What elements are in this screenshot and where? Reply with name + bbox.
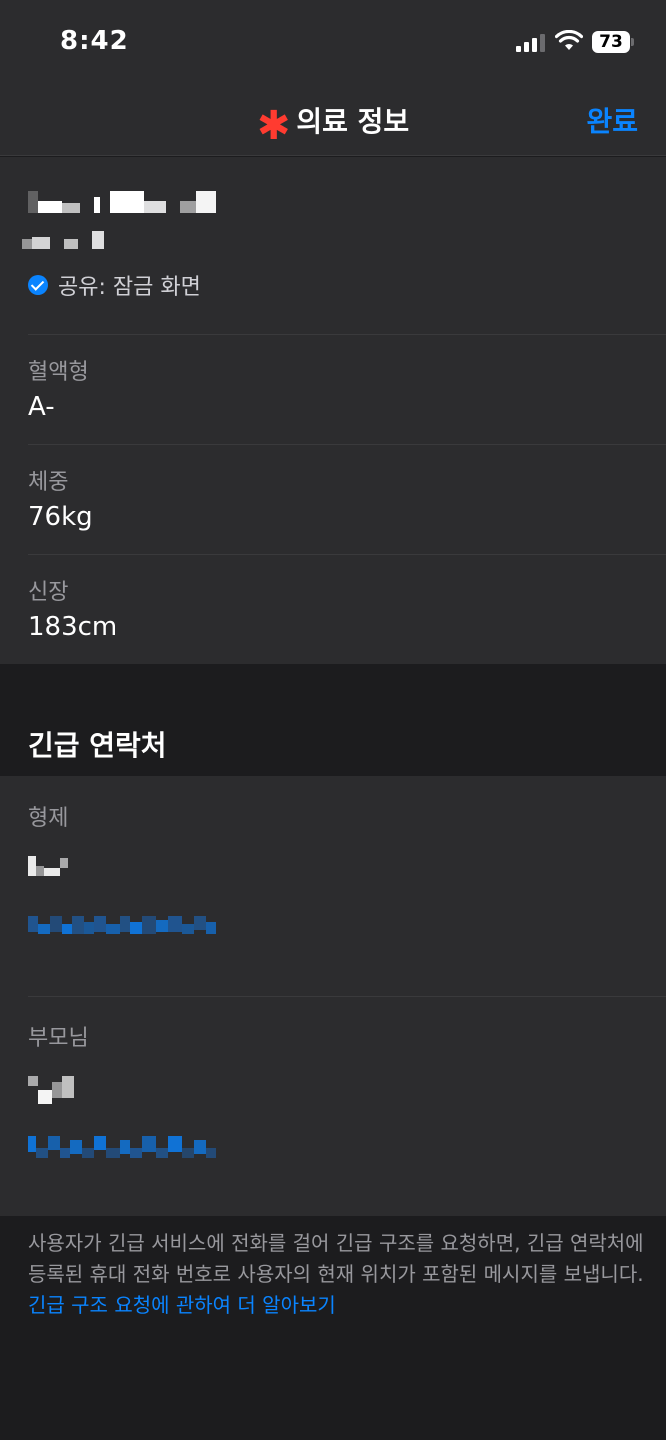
battery-icon: 73: [592, 31, 634, 53]
asterisk-icon: ✱: [256, 103, 291, 149]
emergency-section-header: 긴급 연락처: [0, 664, 666, 776]
section-title: 긴급 연락처: [28, 729, 167, 762]
nav-bar: ✱ 의료 정보 완료: [0, 88, 666, 156]
page-title-text: 의료 정보: [296, 105, 410, 138]
redacted-contact-name: [28, 1076, 74, 1104]
weight-field: 체중 76kg: [0, 444, 666, 554]
footer-note: 사용자가 긴급 서비스에 전화를 걸어 긴급 구조를 요청하면, 긴급 연락처에…: [28, 1228, 648, 1321]
blood-type-field: 혈액형 A-: [0, 334, 666, 444]
done-button[interactable]: 완료: [586, 100, 638, 140]
field-value: 76kg: [28, 502, 93, 532]
page-title: ✱ 의료 정보: [0, 100, 666, 149]
redacted-contact-name: [28, 856, 68, 876]
field-value: 183cm: [28, 612, 118, 642]
status-bar: 8:42 73: [0, 0, 666, 88]
height-field: 신장 183cm: [0, 554, 666, 664]
shared-lock-screen: 공유: 잠금 화면: [28, 269, 201, 301]
field-value: A-: [28, 392, 55, 422]
contact-relation: 부모님: [28, 1026, 89, 1051]
field-label: 신장: [28, 580, 69, 605]
profile-card: 공유: 잠금 화면: [0, 157, 666, 334]
status-time: 8:42: [60, 26, 129, 56]
field-label: 체중: [28, 470, 69, 495]
field-label: 혈액형: [28, 360, 89, 385]
redacted-subtitle: [22, 231, 104, 249]
cellular-signal-icon: [516, 34, 546, 52]
checkmark-icon: [28, 275, 48, 295]
emergency-contact-sibling[interactable]: 형제: [0, 776, 666, 996]
contact-relation: 형제: [28, 806, 69, 831]
redacted-name: [28, 191, 216, 213]
footer-text: 사용자가 긴급 서비스에 전화를 걸어 긴급 구조를 요청하면, 긴급 연락처에…: [28, 1231, 644, 1286]
wifi-icon: [555, 30, 583, 50]
redacted-phone-number[interactable]: [28, 1136, 216, 1158]
learn-more-link[interactable]: 긴급 구조 요청에 관하여 더 알아보기: [28, 1293, 336, 1317]
shared-label: 공유: 잠금 화면: [58, 275, 201, 300]
emergency-contact-parents[interactable]: 부모님: [0, 996, 666, 1216]
redacted-phone-number[interactable]: [28, 916, 216, 934]
